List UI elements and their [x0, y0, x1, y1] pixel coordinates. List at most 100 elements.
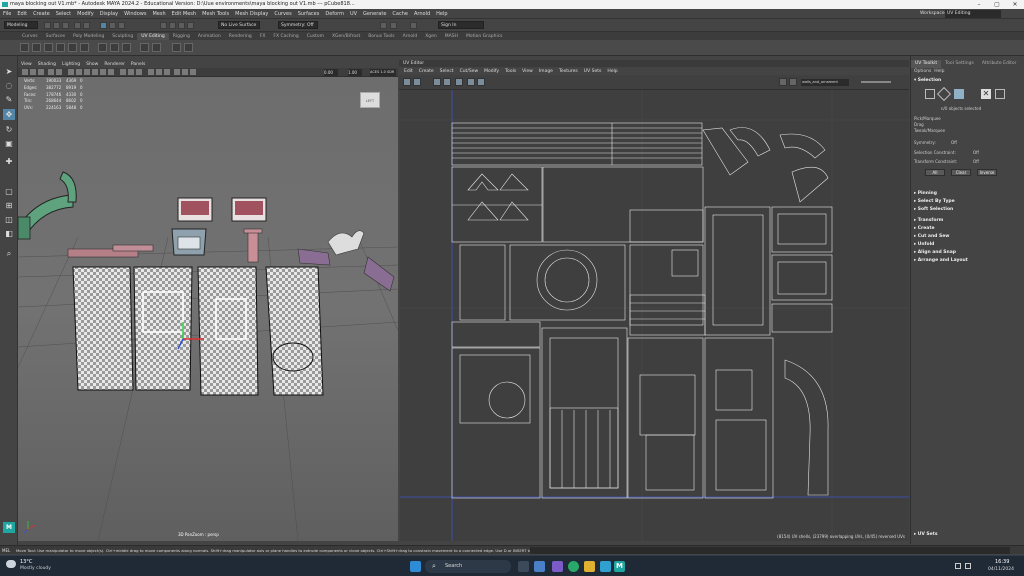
- view-cube[interactable]: LEFT: [360, 92, 380, 108]
- perspective-viewport[interactable]: Verts: 190033 4369 0 Edges: 382772 8919 0 Face…: [18, 77, 398, 541]
- uv-distortion-icon[interactable]: [443, 78, 451, 86]
- snap-curve-icon[interactable]: [169, 22, 176, 29]
- section-soft-selection[interactable]: Soft Selection: [914, 207, 954, 212]
- section-uv-sets[interactable]: UV Sets: [914, 532, 938, 537]
- menu-display[interactable]: Display: [100, 9, 118, 19]
- toolkit-options-menu[interactable]: Options: [914, 69, 931, 74]
- workspace-dropdown[interactable]: UV Editing: [945, 10, 1001, 18]
- weather-cloud-icon[interactable]: [6, 560, 16, 568]
- sew-uv-icon[interactable]: [56, 43, 65, 52]
- exposure-field[interactable]: 0.00: [324, 69, 338, 76]
- menu-arnold[interactable]: Arnold: [414, 9, 430, 19]
- section-arrange-and-layout[interactable]: Arrange and Layout: [914, 258, 968, 263]
- symmetry-value[interactable]: Off: [951, 140, 957, 145]
- clock-time[interactable]: 16:39: [995, 559, 1009, 565]
- minimize-icon[interactable]: –: [970, 0, 988, 9]
- last-tool-icon[interactable]: ✚: [3, 156, 15, 167]
- xray-joints-icon[interactable]: [128, 69, 134, 75]
- grid-icon[interactable]: [48, 69, 54, 75]
- select-all-button[interactable]: All: [925, 169, 945, 176]
- redo-icon[interactable]: [83, 22, 90, 29]
- snap-view-icon[interactable]: [187, 22, 194, 29]
- section-transform[interactable]: Transform: [914, 218, 944, 223]
- menu-cache[interactable]: Cache: [392, 9, 408, 19]
- select-object-icon[interactable]: [109, 22, 116, 29]
- camera-attr-icon[interactable]: [30, 69, 36, 75]
- live-surface-dropdown[interactable]: No Live Surface: [218, 21, 260, 29]
- menu-modify[interactable]: Modify: [77, 9, 94, 19]
- command-input[interactable]: [530, 547, 1010, 554]
- uv-shaded-icon[interactable]: [433, 78, 441, 86]
- section-unfold[interactable]: Unfold: [914, 242, 935, 247]
- smooth-shade-icon[interactable]: [76, 69, 82, 75]
- select-hierarchy-icon[interactable]: [100, 22, 107, 29]
- planar-map-icon[interactable]: [20, 43, 29, 52]
- section-select-by-type[interactable]: Select By Type: [914, 199, 955, 204]
- uv-image-icon[interactable]: [467, 78, 475, 86]
- automatic-map-icon[interactable]: [32, 43, 41, 52]
- section-create[interactable]: Create: [914, 226, 935, 231]
- wireframe-icon[interactable]: [68, 69, 74, 75]
- volume-icon[interactable]: [965, 563, 971, 569]
- menu-file[interactable]: File: [3, 9, 11, 19]
- maya-taskbar-icon[interactable]: M: [614, 561, 625, 572]
- menu-mesh-tools[interactable]: Mesh Tools: [202, 9, 229, 19]
- drag-option[interactable]: Drag: [914, 122, 924, 127]
- snap-point-icon[interactable]: [178, 22, 185, 29]
- antialias-icon[interactable]: [164, 69, 170, 75]
- transform-constraint-value[interactable]: Off: [973, 159, 979, 164]
- textured-icon[interactable]: [92, 69, 98, 75]
- uv-editor-icon[interactable]: [140, 43, 149, 52]
- inverse-button[interactable]: Inverse: [977, 169, 997, 176]
- face-mode-icon[interactable]: [954, 89, 964, 99]
- tweak-marquee-option[interactable]: Tweak/Marquee: [914, 128, 945, 133]
- vertex-mode-icon[interactable]: [925, 89, 935, 99]
- cut-uv-icon[interactable]: [44, 43, 53, 52]
- ipr-render-icon[interactable]: [390, 22, 397, 29]
- search-icon[interactable]: ⌕: [3, 248, 15, 259]
- lasso-tool-icon[interactable]: ◌: [3, 80, 15, 91]
- uv-shell-mode-icon[interactable]: [995, 89, 1005, 99]
- ssao-icon[interactable]: [136, 69, 142, 75]
- wire-on-shaded-icon[interactable]: [84, 69, 90, 75]
- menu-surfaces[interactable]: Surfaces: [298, 9, 320, 19]
- lights-icon[interactable]: [100, 69, 106, 75]
- menu-create[interactable]: Create: [33, 9, 50, 19]
- open-scene-icon[interactable]: [53, 22, 60, 29]
- straighten-icon[interactable]: [110, 43, 119, 52]
- mel-label[interactable]: MEL: [2, 547, 10, 554]
- menu-edit-mesh[interactable]: Edit Mesh: [172, 9, 196, 19]
- taskbar-search[interactable]: ⌕ Search: [425, 560, 511, 573]
- unfold-icon[interactable]: [68, 43, 77, 52]
- dof-icon[interactable]: [174, 69, 180, 75]
- store-icon[interactable]: [600, 561, 611, 572]
- snap-grid-icon[interactable]: [160, 22, 167, 29]
- pause-icon[interactable]: [410, 22, 417, 29]
- edge-browser-icon[interactable]: [568, 561, 579, 572]
- tab-tool-settings[interactable]: Tool Settings: [941, 60, 978, 68]
- maximize-icon[interactable]: ▢: [988, 0, 1006, 9]
- layout-four-icon[interactable]: ⊞: [3, 200, 15, 211]
- weather-temp[interactable]: 13°C: [20, 559, 32, 565]
- uv-snap-icon[interactable]: [413, 78, 421, 86]
- network-icon[interactable]: [955, 563, 961, 569]
- paint-select-icon[interactable]: ✎: [3, 94, 15, 105]
- gamma-icon[interactable]: [190, 69, 196, 75]
- uv-show-grid-icon[interactable]: [403, 78, 411, 86]
- new-scene-icon[interactable]: [44, 22, 51, 29]
- section-cut-and-sew[interactable]: Cut and Sew: [914, 234, 950, 239]
- layout-icon[interactable]: [80, 43, 89, 52]
- edge-mode-icon[interactable]: [936, 86, 952, 102]
- isolate-icon[interactable]: [148, 69, 154, 75]
- film-gate-icon[interactable]: [56, 69, 62, 75]
- tab-attribute-editor[interactable]: Attribute Editor: [978, 60, 1021, 68]
- view-transform-dropdown[interactable]: ACES 1.0 SDR: [370, 69, 396, 76]
- scale-tool-icon[interactable]: ▣: [3, 138, 15, 149]
- undo-icon[interactable]: [74, 22, 81, 29]
- layout-two-icon[interactable]: ◫: [3, 214, 15, 225]
- file-explorer-icon[interactable]: [534, 561, 545, 572]
- sign-in-button[interactable]: Sign In: [438, 21, 484, 29]
- maya-home-icon[interactable]: M: [3, 522, 15, 533]
- menu-generate[interactable]: Generate: [363, 9, 386, 19]
- bookmark-icon[interactable]: [38, 69, 44, 75]
